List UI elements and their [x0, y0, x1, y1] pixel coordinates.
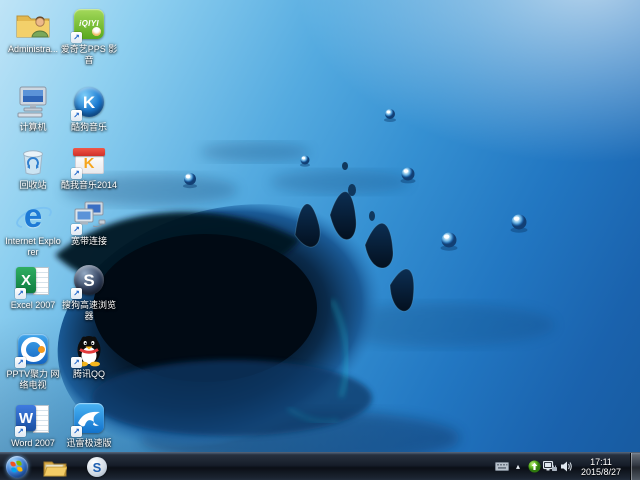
desktop[interactable]: Administra... iQIYI ↗ 爱奇艺PPS 影音 计算机 K ↗ …	[0, 0, 640, 480]
hidden-icons-chevron[interactable]: ▴	[510, 453, 526, 480]
desktop-icon-iqiyi-pps[interactable]: iQIYI ↗ 爱奇艺PPS 影音	[60, 6, 118, 66]
tencent-qq-icon: ↗	[71, 331, 107, 368]
desktop-icon-sogou[interactable]: S ↗ 搜狗高速浏览器	[60, 262, 118, 322]
sogou-browser-icon: S ↗	[71, 262, 107, 299]
clock-date: 2015/8/27	[580, 466, 622, 477]
windows-orb-icon	[6, 455, 28, 478]
shortcut-arrow-icon: ↗	[71, 110, 82, 121]
shortcut-arrow-icon: ↗	[71, 426, 82, 437]
desktop-icon-label: 回收站	[19, 180, 47, 190]
sogou-icon: S	[87, 457, 107, 477]
broadband-connection-icon: ↗	[71, 198, 107, 235]
desktop-icon-excel[interactable]: X ↗ Excel 2007	[4, 262, 62, 311]
desktop-icon-label: Administra...	[7, 44, 58, 54]
shortcut-arrow-icon: ↗	[15, 357, 26, 368]
taskbar-clock[interactable]: 17:11 2015/8/27	[574, 457, 628, 477]
excel-2007-icon: X ↗	[15, 262, 51, 299]
taskbar-sogou-button[interactable]: S	[77, 455, 117, 480]
green-update-arrow-icon[interactable]	[526, 453, 542, 480]
recycle-bin-icon	[15, 142, 51, 178]
shortcut-arrow-icon: ↗	[15, 288, 26, 299]
administrator-folder-icon	[15, 6, 51, 42]
kuwo-music-icon: K ↗	[71, 142, 107, 179]
volume-icon[interactable]	[558, 453, 574, 480]
kugou-music-icon: K ↗	[71, 84, 107, 121]
start-button[interactable]	[0, 453, 34, 480]
desktop-icon-thunder[interactable]: ↗ 迅雷极速版	[60, 400, 118, 449]
word-2007-icon: W ↗	[15, 400, 51, 437]
desktop-icon-administrator[interactable]: Administra...	[4, 6, 62, 55]
taskbar-explorer-button[interactable]	[35, 455, 75, 480]
system-tray: ▴ 17:11 2015/8/27	[494, 453, 640, 480]
desktop-icon-ie[interactable]: e Internet Explorer	[4, 197, 62, 258]
computer-icon	[15, 84, 51, 120]
shortcut-arrow-icon: ↗	[71, 224, 82, 235]
desktop-icon-label: 计算机	[19, 122, 47, 132]
shortcut-arrow-icon: ↗	[71, 357, 82, 368]
desktop-icon-kugou[interactable]: K ↗ 酷狗音乐	[60, 84, 118, 133]
desktop-icon-word[interactable]: W ↗ Word 2007	[4, 400, 62, 449]
desktop-icon-label: 迅雷极速版	[66, 438, 112, 448]
taskbar: S ▴ 17:11 2015/8/27	[0, 452, 640, 480]
desktop-icon-label: 酷狗音乐	[70, 122, 107, 132]
iqiyi-pps-icon: iQIYI ↗	[71, 6, 107, 43]
desktop-icon-label: 酷我音乐2014	[60, 180, 118, 190]
desktop-icon-qq[interactable]: ↗ 腾讯QQ	[60, 331, 118, 380]
desktop-icon-label: 腾讯QQ	[72, 369, 105, 379]
desktop-icon-label: 宽带连接	[70, 236, 107, 246]
folder-icon	[43, 461, 67, 476]
show-desktop-button[interactable]	[630, 453, 640, 480]
shortcut-arrow-icon: ↗	[71, 168, 82, 179]
desktop-icon-pptv[interactable]: ↗ PPTV聚力 网络电视	[4, 331, 62, 391]
desktop-icon-label: PPTV聚力 网络电视	[6, 369, 60, 390]
network-icon[interactable]	[542, 453, 558, 480]
desktop-icon-label: Internet Explorer	[5, 236, 61, 257]
internet-explorer-icon: e	[13, 197, 55, 234]
thunder-bird-icon: ↗	[71, 400, 107, 437]
desktop-icon-label: Word 2007	[11, 438, 55, 448]
desktop-icon-label: 爱奇艺PPS 影音	[60, 44, 118, 65]
desktop-icon-recycle-bin[interactable]: 回收站	[4, 142, 62, 191]
desktop-icon-broadband[interactable]: ↗ 宽带连接	[60, 198, 118, 247]
shortcut-arrow-icon: ↗	[71, 32, 82, 43]
desktop-icon-kuwo[interactable]: K ↗ 酷我音乐2014	[60, 142, 118, 191]
desktop-icon-computer[interactable]: 计算机	[4, 84, 62, 133]
clock-time: 17:11	[590, 456, 612, 467]
desktop-icon-label: Excel 2007	[10, 300, 56, 310]
shortcut-arrow-icon: ↗	[15, 426, 26, 437]
input-keyboard-icon[interactable]	[494, 453, 510, 480]
pptv-icon: ↗	[15, 331, 51, 368]
desktop-icon-label: 搜狗高速浏览器	[61, 300, 116, 321]
shortcut-arrow-icon: ↗	[71, 288, 82, 299]
